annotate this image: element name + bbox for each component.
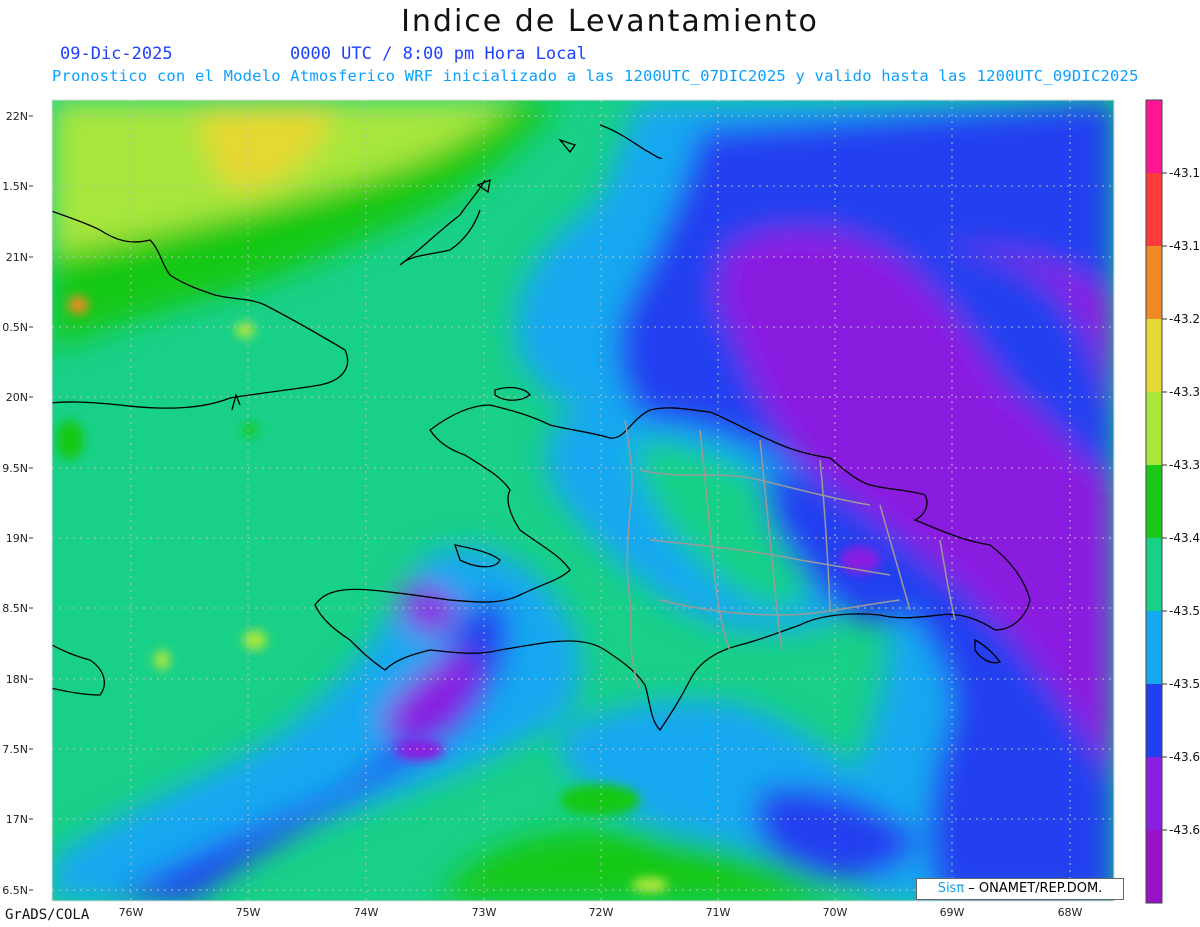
colorbar-swatch: [1146, 830, 1162, 903]
colorbar-swatch: [1146, 392, 1162, 465]
lat-label: 20N: [6, 391, 28, 404]
lat-label: 17N: [6, 813, 28, 826]
colorbar-label: -43.5: [1169, 604, 1200, 618]
colorbar-label: -43.1: [1169, 166, 1200, 180]
colorbar-swatch: [1146, 611, 1162, 684]
lon-label: 68W: [1058, 906, 1083, 919]
colorbar-label: -43.6: [1169, 823, 1200, 837]
grads-footer: GrADS/COLA: [5, 907, 90, 923]
lon-label: 71W: [706, 906, 731, 919]
colorbar-label: -43.4: [1169, 531, 1200, 545]
lon-label: 76W: [119, 906, 144, 919]
colorbar: -43.1 -43.1 -43.2 -43.3 -43.3 -43.4 -43.5 -43.5…: [1145, 99, 1200, 904]
forecast-field: [52, 100, 1114, 901]
lat-label: 7.5N: [2, 743, 28, 756]
sistema-logo: Sisπ: [937, 881, 965, 896]
colorbar-swatch: [1146, 757, 1162, 830]
lat-label: 8.5N: [2, 602, 28, 615]
lifted-index-map: 22N 1.5N 21N 0.5N 20N 9.5N 19N 8.5N 18N …: [2, 99, 1200, 919]
colorbar-swatch: [1146, 173, 1162, 246]
credit-text: – ONAMET/REP.DOM.: [964, 881, 1103, 896]
colorbar-label: -43.6: [1169, 750, 1200, 764]
latitude-labels: 22N 1.5N 21N 0.5N 20N 9.5N 19N 8.5N 18N …: [2, 110, 28, 897]
colorbar-swatch: [1146, 246, 1162, 319]
colorbar-label: -43.5: [1169, 677, 1200, 691]
colorbar-swatch: [1146, 100, 1162, 173]
lon-label: 70W: [823, 906, 848, 919]
colorbar-swatch: [1146, 319, 1162, 392]
colorbar-label: -43.2: [1169, 312, 1200, 326]
credit-box: Sisπ – ONAMET/REP.DOM.: [916, 878, 1124, 900]
lat-label: 9.5N: [2, 462, 28, 475]
lat-ticks: [29, 115, 33, 891]
colorbar-label: -43.3: [1169, 385, 1200, 399]
colorbar-swatch: [1146, 684, 1162, 757]
colorbar-label: -43.1: [1169, 239, 1200, 253]
longitude-labels: 76W 75W 74W 73W 72W 71W 70W 69W 68W: [119, 906, 1083, 919]
lat-label: 0.5N: [2, 321, 28, 334]
lon-label: 74W: [354, 906, 379, 919]
lat-label: 6.5N: [2, 884, 28, 897]
lat-label: 18N: [6, 673, 28, 686]
lon-label: 72W: [589, 906, 614, 919]
colorbar-label: -43.3: [1169, 458, 1200, 472]
lat-label: 19N: [6, 532, 28, 545]
lon-label: 69W: [940, 906, 965, 919]
lon-label: 73W: [472, 906, 497, 919]
lat-label: 1.5N: [2, 180, 28, 193]
lon-label: 75W: [236, 906, 261, 919]
colorbar-swatch: [1146, 538, 1162, 611]
colorbar-swatch: [1146, 465, 1162, 538]
lat-label: 21N: [6, 251, 28, 264]
lat-label: 22N: [6, 110, 28, 123]
